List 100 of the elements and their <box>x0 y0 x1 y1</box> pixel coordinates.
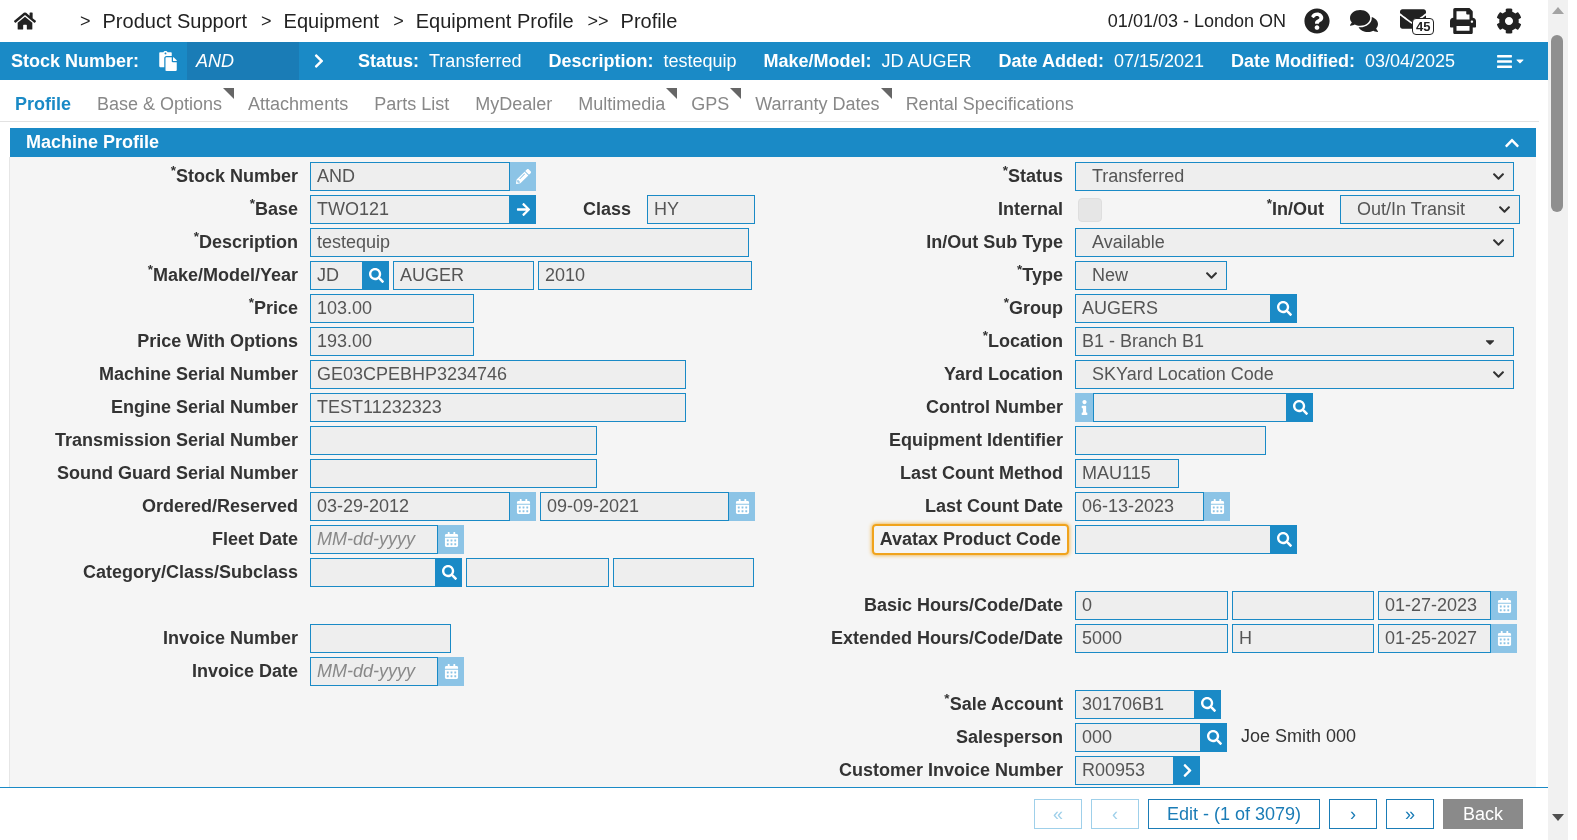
text-field[interactable]: 01-25-2027 <box>1378 624 1491 653</box>
pager-button[interactable]: › <box>1329 799 1377 829</box>
text-field[interactable] <box>613 558 754 587</box>
tab[interactable]: Profile <box>15 91 71 118</box>
text-field[interactable]: GE03CPEBHP3234746 <box>310 360 686 389</box>
text-field[interactable]: 01-27-2023 <box>1378 591 1491 620</box>
dropdown[interactable]: SKYard Location Code <box>1075 360 1514 389</box>
chat-icon[interactable] <box>1350 8 1378 34</box>
calendar-button[interactable] <box>729 492 755 521</box>
arrow-button[interactable] <box>510 195 536 224</box>
summary-label: Status: <box>358 49 420 73</box>
dropdown[interactable]: B1 - Branch B1 <box>1075 327 1514 356</box>
dropdown[interactable]: New <box>1075 261 1227 290</box>
search-button[interactable] <box>363 261 389 290</box>
search-button[interactable] <box>1201 723 1227 752</box>
text-field[interactable] <box>1075 426 1266 455</box>
search-button[interactable] <box>436 558 462 587</box>
clipboard-icon[interactable] <box>159 51 178 71</box>
text-field[interactable]: 000 <box>1075 723 1201 752</box>
text-field[interactable]: 0 <box>1075 591 1228 620</box>
text-field[interactable]: AND <box>310 162 510 191</box>
dropdown-value: Transferred <box>1092 165 1185 188</box>
menu-icon <box>1495 52 1514 70</box>
settings-icon[interactable] <box>1496 8 1522 34</box>
field-label: Extended Hours/Code/Date <box>830 627 1063 650</box>
summary-label: Make/Model: <box>763 49 872 73</box>
tab[interactable]: Warranty Dates <box>755 91 880 118</box>
search-button[interactable] <box>1287 393 1313 422</box>
text-field[interactable] <box>1232 591 1374 620</box>
text-field[interactable]: TWO121 <box>310 195 510 224</box>
breadcrumb-link[interactable]: Equipment Profile <box>415 6 574 36</box>
help-icon[interactable] <box>1304 8 1330 34</box>
stock-number-field[interactable]: AND <box>187 42 300 80</box>
search-button[interactable] <box>1271 525 1297 554</box>
calendar-button[interactable] <box>1491 591 1517 620</box>
text-field[interactable] <box>310 624 451 653</box>
search-button[interactable] <box>1271 294 1297 323</box>
chevron-button[interactable] <box>1174 756 1200 785</box>
dropdown[interactable]: Transferred <box>1075 162 1514 191</box>
chevron-down-icon <box>1205 269 1218 282</box>
pager-button[interactable]: Edit - (1 of 3079) <box>1147 799 1320 829</box>
text-field[interactable]: 103.00 <box>310 294 474 323</box>
calendar-button[interactable] <box>1204 492 1230 521</box>
breadcrumb-link[interactable]: Profile <box>620 6 678 36</box>
field-label: $^{*}$Stock Number <box>170 163 298 188</box>
back-button[interactable]: Back <box>1443 799 1523 829</box>
scrollbar-drawing[interactable] <box>1548 0 1568 840</box>
text-field[interactable]: AUGER <box>393 261 534 290</box>
mail-icon[interactable] <box>1398 6 1428 32</box>
calendar-button[interactable] <box>510 492 536 521</box>
tab[interactable]: MyDealer <box>475 91 553 118</box>
text-field[interactable] <box>1093 393 1287 422</box>
text-field[interactable] <box>310 459 597 488</box>
edit-button[interactable] <box>510 162 536 191</box>
chevron-down-icon <box>1492 170 1505 183</box>
info-button[interactable] <box>1075 393 1093 422</box>
tab[interactable]: Multimedia <box>578 91 666 118</box>
calendar-button[interactable] <box>438 525 464 554</box>
text-field[interactable]: 09-09-2021 <box>540 492 729 521</box>
text-field[interactable]: 301706B1 <box>1075 690 1195 719</box>
search-button[interactable] <box>1195 690 1221 719</box>
text-field[interactable] <box>310 558 436 587</box>
text-field[interactable]: 193.00 <box>310 327 474 356</box>
breadcrumb-link[interactable]: Product Support <box>102 6 248 36</box>
tab[interactable]: Parts List <box>374 91 450 118</box>
dropdown-value: Out/In Transit <box>1357 198 1466 221</box>
text-field[interactable]: TEST11232323 <box>310 393 686 422</box>
text-field[interactable]: 06-13-2023 <box>1075 492 1204 521</box>
text-field[interactable] <box>1075 525 1271 554</box>
text-field[interactable]: 2010 <box>538 261 752 290</box>
text-field[interactable]: MM-dd-yyyy <box>310 657 438 686</box>
text-field[interactable] <box>310 426 597 455</box>
text-field[interactable] <box>466 558 609 587</box>
calendar-button[interactable] <box>438 657 464 686</box>
calendar-icon <box>515 499 531 514</box>
mail-count-badge: 45 <box>1412 18 1435 35</box>
text-field[interactable]: AUGERS <box>1075 294 1271 323</box>
text-field[interactable]: JD <box>310 261 363 290</box>
tab[interactable]: GPS <box>691 91 730 118</box>
field-label: In/Out Sub Type <box>926 231 1063 254</box>
dropdown[interactable]: Available <box>1075 228 1514 257</box>
menu-button[interactable] <box>1495 52 1526 70</box>
field-label: Last Count Date <box>925 495 1063 518</box>
pager-button[interactable]: » <box>1386 799 1434 829</box>
text-field[interactable]: 03-29-2012 <box>310 492 510 521</box>
dropdown[interactable]: Out/In Transit <box>1340 195 1520 224</box>
tab[interactable]: Attachments <box>248 91 349 118</box>
text-field[interactable]: MAU115 <box>1075 459 1179 488</box>
text-field[interactable]: MM-dd-yyyy <box>310 525 438 554</box>
tab[interactable]: Rental Specifications <box>905 91 1074 118</box>
text-field[interactable]: HY <box>647 195 755 224</box>
text-field[interactable]: 5000 <box>1075 624 1228 653</box>
home-icon[interactable] <box>14 11 36 31</box>
text-field[interactable]: testequip <box>310 228 749 257</box>
calendar-button[interactable] <box>1491 624 1517 653</box>
text-field[interactable]: H <box>1232 624 1374 653</box>
tab[interactable]: Base & Options <box>97 91 223 118</box>
text-field[interactable]: R00953 <box>1075 756 1174 785</box>
print-icon[interactable] <box>1450 8 1476 34</box>
breadcrumb-link[interactable]: Equipment <box>283 6 380 36</box>
